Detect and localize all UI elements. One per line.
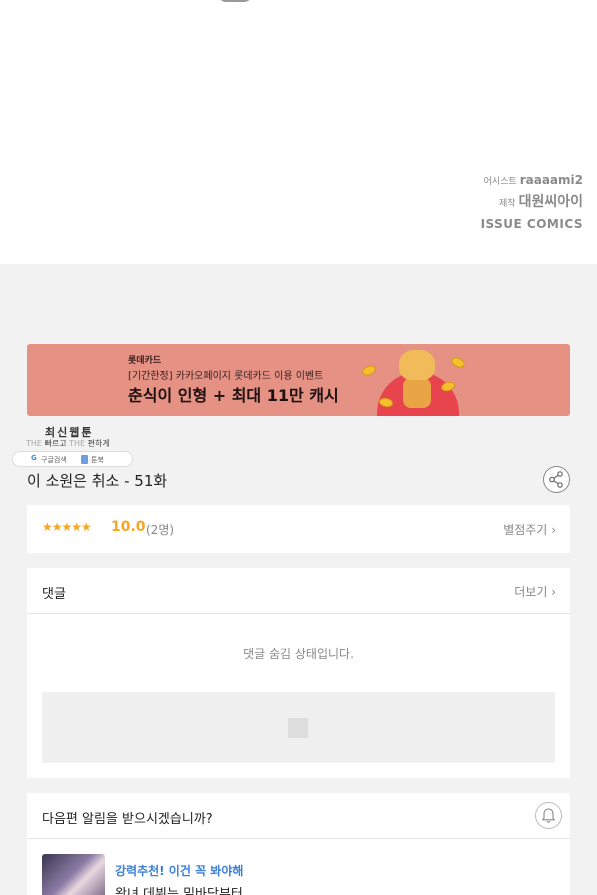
credit-assistant-name: raaaami2 bbox=[519, 173, 583, 187]
episode-title: 이 소원은 취소 - 51화 bbox=[27, 472, 168, 490]
badge-the-1: THE bbox=[26, 439, 42, 448]
chevron-right-icon: › bbox=[551, 523, 556, 537]
character-illustration bbox=[403, 378, 431, 408]
comments-more-label: 더보기 bbox=[514, 585, 548, 599]
comments-more-link[interactable]: 더보기 › bbox=[514, 583, 556, 600]
share-button[interactable] bbox=[543, 466, 570, 493]
credit-assistant: 어시스트 raaaami2 bbox=[481, 170, 583, 192]
comment-input-area[interactable] bbox=[42, 692, 555, 763]
banner-brand: 롯데카드 bbox=[128, 356, 162, 366]
credit-producer-label: 제작 bbox=[499, 199, 516, 209]
recommendation-tag: 강력추천! 이건 꼭 봐야해 bbox=[115, 864, 244, 878]
floating-site-badge[interactable]: 최신웹툰 THE 빠르고 THE 편하게 G 구글검색 툰북 bbox=[12, 420, 134, 468]
notification-bell-button[interactable] bbox=[535, 802, 562, 829]
chevron-right-icon: › bbox=[551, 585, 556, 599]
banner-headline: 춘식이 인형 + 최대 11만 캐시 bbox=[128, 386, 339, 405]
share-icon bbox=[549, 471, 563, 488]
comments-title: 댓글 bbox=[42, 587, 66, 602]
comments-header: 댓글 더보기 › bbox=[27, 568, 570, 614]
coin-graphic bbox=[449, 355, 467, 370]
credit-producer: 제작 대원씨아이 bbox=[481, 192, 583, 214]
toonbook-label: 툰북 bbox=[91, 456, 104, 464]
rate-button[interactable]: 별점주기 › bbox=[503, 521, 556, 538]
character-head bbox=[399, 350, 435, 380]
comment-placeholder-icon bbox=[288, 718, 308, 738]
badge-fast: 빠르고 bbox=[44, 439, 67, 448]
credit-producer-name: 대원씨아이 bbox=[518, 194, 583, 210]
comments-card: 댓글 더보기 › 댓글 숨김 상태입니다. bbox=[27, 568, 570, 778]
bell-icon bbox=[541, 808, 556, 823]
badge-search-pill[interactable]: G 구글검색 툰북 bbox=[12, 451, 133, 467]
credit-assistant-label: 어시스트 bbox=[483, 177, 517, 187]
rating-card: ★★★★★ 10.0 (2명) 별점주기 › bbox=[27, 505, 570, 553]
badge-subtitle: THE 빠르고 THE 편하게 bbox=[26, 438, 110, 449]
notification-card: 다음편 알림을 받으시겠습니까? 강력추천! 이건 꼭 봐야해 왕녀 데뷔는 밑… bbox=[27, 793, 570, 895]
rating-score: 10.0 bbox=[111, 519, 146, 535]
comic-page-end: 어시스트 raaaami2 제작 대원씨아이 ISSUE COMICS bbox=[0, 0, 597, 264]
badge-easy: 편하게 bbox=[87, 439, 110, 448]
rating-stars: ★★★★★ bbox=[42, 520, 92, 534]
banner-subtitle: [기간한정] 카카오페이지 롯데카드 이용 이벤트 bbox=[128, 371, 324, 382]
google-icon: G bbox=[31, 454, 37, 462]
rate-button-label: 별점주기 bbox=[503, 523, 548, 537]
publisher-logo: ISSUE COMICS bbox=[480, 217, 583, 231]
ad-banner[interactable]: 롯데카드 [기간한정] 카카오페이지 롯데카드 이용 이벤트 춘식이 인형 + … bbox=[27, 344, 570, 416]
google-search-label: 구글검색 bbox=[41, 456, 67, 464]
recommendation-thumbnail[interactable] bbox=[42, 854, 105, 895]
badge-the-2: THE bbox=[69, 439, 86, 448]
comic-panel-remnant bbox=[218, 0, 252, 2]
credits: 어시스트 raaaami2 제작 대원씨아이 ISSUE COMICS bbox=[481, 170, 583, 234]
notification-header: 다음편 알림을 받으시겠습니까? bbox=[27, 793, 570, 839]
notification-question: 다음편 알림을 받으시겠습니까? bbox=[42, 812, 213, 827]
toonbook-icon bbox=[81, 455, 88, 464]
rating-count: (2명) bbox=[146, 523, 175, 537]
coin-graphic bbox=[360, 363, 378, 378]
comments-hidden-message: 댓글 숨김 상태입니다. bbox=[243, 647, 354, 661]
recommendation-title[interactable]: 왕녀 데뷔는 밑바닥부터 bbox=[115, 883, 243, 895]
